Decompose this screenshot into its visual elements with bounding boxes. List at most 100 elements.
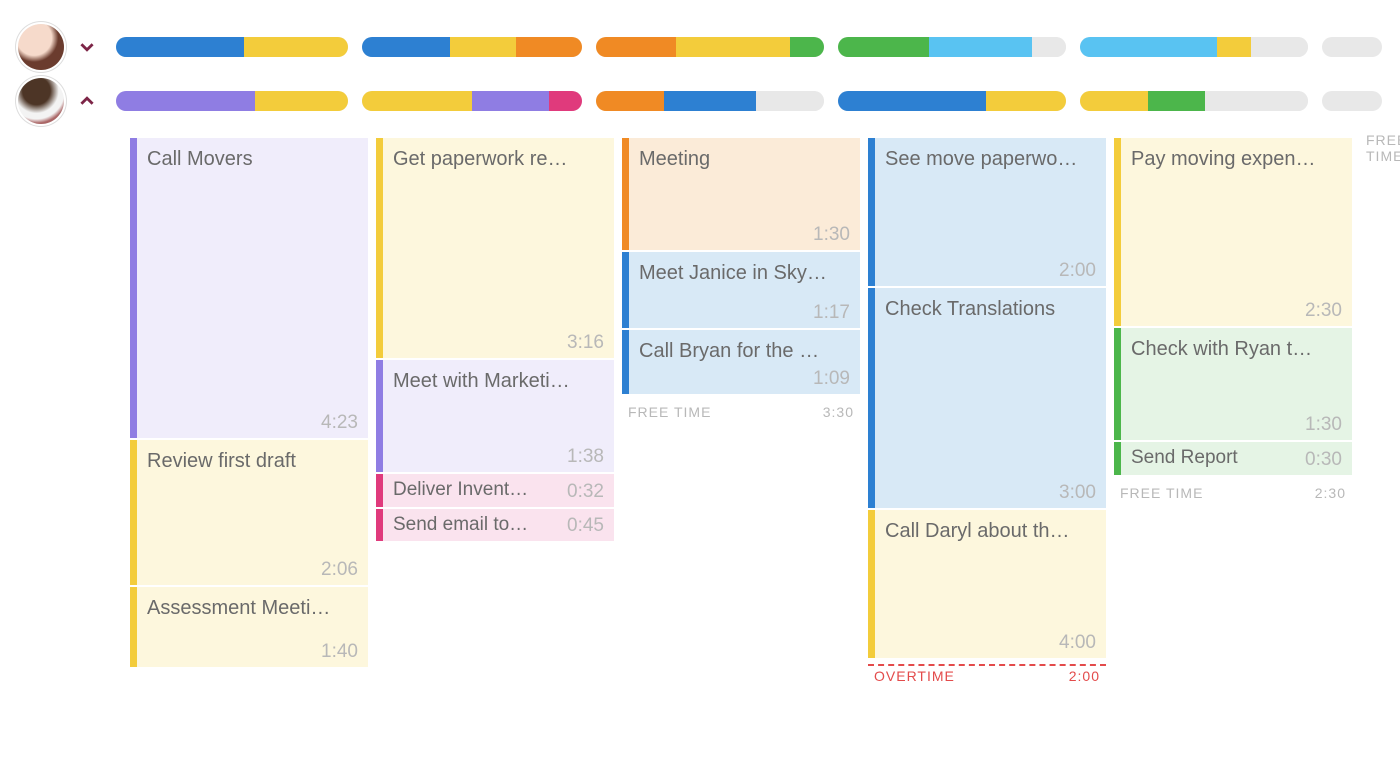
bar-segment — [116, 37, 244, 57]
bar-segment — [1148, 91, 1205, 111]
day-bar[interactable] — [596, 91, 824, 111]
task-title: Meet with Marketi… — [393, 368, 604, 394]
bar-segment — [472, 91, 549, 111]
footer-value: 3:30 — [823, 404, 854, 420]
task-title: Call Daryl about th… — [885, 518, 1096, 544]
task-duration: 1:38 — [567, 446, 604, 468]
task-title: See move paperwo… — [885, 146, 1096, 172]
task-title: Meet Janice in Sky… — [639, 260, 850, 286]
day-bar[interactable] — [1322, 37, 1382, 57]
bar-segment — [986, 91, 1066, 111]
person-row — [0, 74, 1400, 128]
task-duration: 2:30 — [1305, 300, 1342, 322]
day-bar[interactable] — [1080, 91, 1308, 111]
task-card[interactable]: See move paperwo… 2:00 — [868, 138, 1106, 286]
bar-segment — [549, 91, 582, 111]
bar-segment — [450, 37, 516, 57]
task-duration: 3:16 — [567, 332, 604, 354]
task-card[interactable]: Call Bryan for the … 1:09 — [622, 330, 860, 394]
chevron-down-icon[interactable] — [78, 38, 96, 56]
day-column: Call Movers 4:23 Review first draft 2:06 Ass… — [130, 138, 368, 693]
task-card[interactable]: Call Movers 4:23 — [130, 138, 368, 438]
footer-label: FREE TIME — [1120, 485, 1203, 501]
footer-label: FREE TIME — [1366, 132, 1400, 164]
task-title: Check with Ryan t… — [1131, 336, 1342, 362]
day-bar[interactable] — [362, 37, 582, 57]
task-title: Review first draft — [147, 448, 358, 474]
day-bar[interactable] — [116, 37, 348, 57]
free-time-footer: FREE TIME3:30 — [622, 404, 860, 420]
summary-bars — [116, 91, 1400, 111]
overtime-divider — [868, 664, 1106, 666]
task-card[interactable]: Review first draft 2:06 — [130, 440, 368, 585]
task-title: Call Movers — [147, 146, 358, 172]
bar-segment — [596, 37, 676, 57]
task-title: Call Bryan for the … — [639, 338, 850, 362]
task-card[interactable]: Pay moving expen… 2:30 — [1114, 138, 1352, 326]
day-column: Get paperwork re… 3:16 Meet with Marketi… 1… — [376, 138, 614, 567]
footer-value: 2:30 — [1315, 485, 1346, 501]
task-card[interactable]: Meeting1:30 — [622, 138, 860, 250]
day-column: FREE TIME — [1360, 138, 1400, 164]
bar-segment — [838, 37, 929, 57]
avatar[interactable] — [18, 78, 64, 124]
bar-segment — [362, 91, 472, 111]
task-title: Get paperwork re… — [393, 146, 604, 172]
day-bar[interactable] — [596, 37, 824, 57]
task-title: Pay moving expen… — [1131, 146, 1342, 172]
day-column: See move paperwo… 2:00 Check Translations 3… — [868, 138, 1106, 684]
day-bar[interactable] — [838, 37, 1066, 57]
day-bar[interactable] — [1080, 37, 1308, 57]
task-card[interactable]: Deliver Invent…0:32 — [376, 474, 614, 507]
task-card[interactable]: Call Daryl about th… 4:00 — [868, 510, 1106, 658]
bar-segment — [116, 91, 255, 111]
chevron-up-icon[interactable] — [78, 92, 96, 110]
task-title: Check Translations — [885, 296, 1096, 322]
bar-segment — [838, 91, 986, 111]
avatar[interactable] — [18, 24, 64, 70]
day-bar[interactable] — [116, 91, 348, 111]
bar-segment — [676, 37, 790, 57]
bar-segment — [362, 37, 450, 57]
task-duration: 4:23 — [321, 412, 358, 434]
bar-segment — [664, 91, 755, 111]
day-bar[interactable] — [838, 91, 1066, 111]
task-duration: 1:30 — [813, 224, 850, 246]
day-bar[interactable] — [362, 91, 582, 111]
task-duration: 1:09 — [813, 368, 850, 390]
task-card[interactable]: Check Translations 3:00 — [868, 288, 1106, 508]
bar-segment — [1251, 37, 1308, 57]
bar-segment — [1217, 37, 1251, 57]
task-duration: 3:00 — [1059, 482, 1096, 504]
bar-segment — [596, 91, 664, 111]
bar-segment — [756, 91, 824, 111]
task-duration: 2:00 — [1059, 260, 1096, 282]
day-column: Pay moving expen… 2:30 Check with Ryan t… 1… — [1114, 138, 1352, 501]
bar-segment — [244, 37, 348, 57]
bar-segment — [1080, 37, 1217, 57]
task-card[interactable]: Get paperwork re… 3:16 — [376, 138, 614, 358]
bar-segment — [1322, 91, 1382, 111]
task-card[interactable]: Assessment Meeti…1:40 — [130, 587, 368, 667]
task-duration: 4:00 — [1059, 632, 1096, 654]
day-bar[interactable] — [1322, 91, 1382, 111]
bar-segment — [255, 91, 348, 111]
bar-segment — [1080, 91, 1148, 111]
overtime-footer: OVERTIME2:00 — [868, 668, 1106, 684]
task-card[interactable]: Check with Ryan t… 1:30 — [1114, 328, 1352, 440]
task-card[interactable]: Meet with Marketi… 1:38 — [376, 360, 614, 472]
task-card[interactable]: Meet Janice in Sky…1:17 — [622, 252, 860, 328]
task-duration: 1:30 — [1305, 414, 1342, 436]
bar-segment — [516, 37, 582, 57]
free-time-footer: FREE TIME — [1360, 132, 1400, 164]
task-card[interactable]: Send email to…0:45 — [376, 509, 614, 542]
task-title: Assessment Meeti… — [147, 595, 358, 621]
bar-segment — [1032, 37, 1066, 57]
task-duration: 2:06 — [321, 559, 358, 581]
task-duration: 0:32 — [567, 481, 604, 503]
task-title: Send email to… — [393, 513, 528, 538]
people-summary — [0, 0, 1400, 138]
task-card[interactable]: Send Report0:30 — [1114, 442, 1352, 475]
task-title: Send Report — [1131, 446, 1238, 471]
footer-value: 2:00 — [1069, 668, 1100, 684]
